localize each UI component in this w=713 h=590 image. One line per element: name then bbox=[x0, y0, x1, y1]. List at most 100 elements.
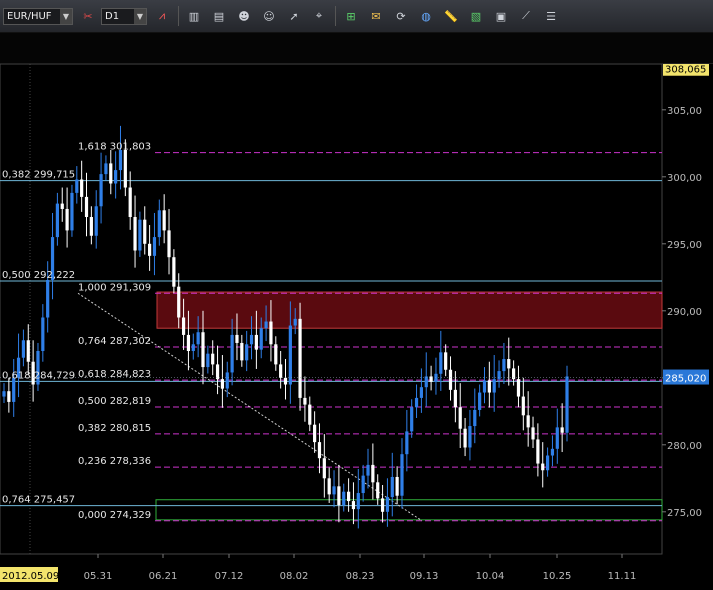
candle-body bbox=[220, 379, 225, 389]
candle-body bbox=[434, 373, 438, 382]
separator bbox=[335, 6, 336, 26]
candle-body bbox=[351, 501, 356, 510]
candle-body bbox=[65, 208, 69, 231]
candle-body bbox=[177, 286, 181, 318]
x-tick-label: 10.04 bbox=[476, 571, 505, 582]
candle-body bbox=[211, 353, 215, 365]
refresh-icon[interactable]: ⟳ bbox=[391, 6, 411, 26]
candle-body bbox=[148, 243, 152, 256]
horizontal-line-label: 0,500 292,222 bbox=[2, 270, 75, 281]
candle-body bbox=[215, 364, 220, 380]
comment-icon[interactable]: ✉ bbox=[366, 6, 386, 26]
candle-body bbox=[516, 379, 521, 397]
x-tick-label: 2012.05.09 bbox=[2, 571, 59, 582]
candle-body bbox=[327, 478, 331, 495]
candle-body bbox=[152, 237, 157, 256]
add-indicator-icon[interactable]: ⊞ bbox=[341, 6, 361, 26]
x-tick-label: 09.13 bbox=[410, 571, 439, 582]
candle-body bbox=[560, 427, 564, 433]
candle-body bbox=[492, 379, 496, 393]
candle-body bbox=[346, 491, 351, 502]
candle-body bbox=[405, 431, 409, 455]
timeframe-select[interactable]: D1 ▼ bbox=[101, 7, 147, 25]
fib-level-label: 1,618 301,803 bbox=[78, 142, 151, 153]
bar-chart-icon[interactable]: ▥ bbox=[184, 6, 204, 26]
candle-body bbox=[322, 458, 326, 479]
candle-body bbox=[70, 192, 74, 231]
candle-body bbox=[308, 404, 312, 425]
horizontal-line-label: 0,618 284,729 bbox=[2, 370, 75, 381]
candle-body bbox=[361, 475, 365, 494]
candle-body bbox=[453, 389, 457, 408]
crosshair-icon[interactable]: ⌖ bbox=[309, 6, 329, 26]
y-tick-label: 295,00 bbox=[667, 240, 702, 251]
y-tick-label: 290,00 bbox=[667, 307, 702, 318]
candle-body bbox=[565, 376, 569, 433]
candle-body bbox=[536, 439, 540, 464]
candle-body bbox=[414, 397, 419, 408]
fib-level-label: 0,500 282,819 bbox=[78, 396, 151, 407]
globe-icon[interactable]: ◍ bbox=[416, 6, 436, 26]
candle-body bbox=[395, 476, 399, 496]
candle-body bbox=[157, 210, 161, 238]
candle-body bbox=[133, 217, 137, 251]
candle-body bbox=[75, 179, 79, 193]
x-tick-label: 11.11 bbox=[608, 571, 637, 582]
candle-body bbox=[240, 342, 244, 361]
candle-body bbox=[385, 497, 390, 512]
candle-body bbox=[245, 344, 249, 361]
candle-body bbox=[332, 486, 336, 495]
resistance-zone bbox=[156, 291, 663, 329]
candle-body bbox=[167, 230, 171, 258]
candle-body bbox=[254, 334, 258, 350]
candle-body bbox=[317, 442, 322, 459]
symbol-select[interactable]: EUR/HUF ▼ bbox=[3, 7, 73, 25]
candle-body bbox=[541, 463, 545, 471]
candle-body bbox=[201, 332, 205, 368]
price-chart[interactable]: 0,382 299,715 0,500 292,222 0,618 284,729 0… bbox=[0, 60, 713, 586]
candle-body bbox=[502, 359, 506, 372]
y-tick-label: 275,00 bbox=[667, 508, 702, 519]
candle-body bbox=[478, 392, 482, 410]
pointer-icon[interactable]: ➚ bbox=[284, 6, 304, 26]
candle-body bbox=[89, 217, 93, 236]
candle-body bbox=[181, 317, 186, 335]
candle-body bbox=[390, 476, 394, 498]
candle-body bbox=[274, 344, 278, 365]
candle-body bbox=[424, 376, 428, 388]
ruler-icon[interactable]: 📏 bbox=[441, 6, 461, 26]
chart-area[interactable]: 0,382 299,715 0,500 292,222 0,618 284,729 0… bbox=[0, 60, 713, 586]
candle-body bbox=[26, 340, 30, 362]
horizontal-line-label: 0,382 299,715 bbox=[2, 170, 75, 181]
candle-chart-icon[interactable]: ▤ bbox=[209, 6, 229, 26]
candle-body bbox=[458, 407, 462, 429]
candle-body bbox=[191, 344, 195, 351]
candle-body bbox=[55, 203, 59, 238]
people-icon[interactable]: ☻ bbox=[234, 6, 254, 26]
draw-tools-icon[interactable]: ⟋ bbox=[516, 6, 536, 26]
candle-body bbox=[429, 376, 433, 382]
image-icon[interactable]: ▧ bbox=[466, 6, 486, 26]
layers-icon[interactable]: ☰ bbox=[541, 6, 561, 26]
candle-body bbox=[555, 427, 559, 449]
candle-body bbox=[104, 163, 108, 175]
candle-body bbox=[114, 170, 118, 184]
window-icon[interactable]: ▣ bbox=[491, 6, 511, 26]
x-tick-label: 07.12 bbox=[215, 571, 244, 582]
candle-body bbox=[172, 257, 176, 287]
chart-type-icon[interactable]: ✂ bbox=[78, 6, 98, 26]
x-tick-label: 08.23 bbox=[346, 571, 375, 582]
candle-body bbox=[46, 279, 50, 318]
x-tick-label: 10.25 bbox=[543, 571, 572, 582]
candle-body bbox=[531, 427, 535, 440]
candle-body bbox=[21, 340, 26, 358]
line-chart-icon[interactable]: ⩘ bbox=[152, 6, 172, 26]
horizontal-line-label: 0,764 275,457 bbox=[2, 495, 75, 506]
candle-body bbox=[410, 407, 414, 432]
candle-body bbox=[482, 380, 487, 393]
candle-body bbox=[60, 203, 64, 209]
candle-body bbox=[376, 482, 380, 499]
candle-body bbox=[99, 174, 103, 207]
candle-body bbox=[230, 334, 234, 373]
people2-icon[interactable]: ☺ bbox=[259, 6, 279, 26]
